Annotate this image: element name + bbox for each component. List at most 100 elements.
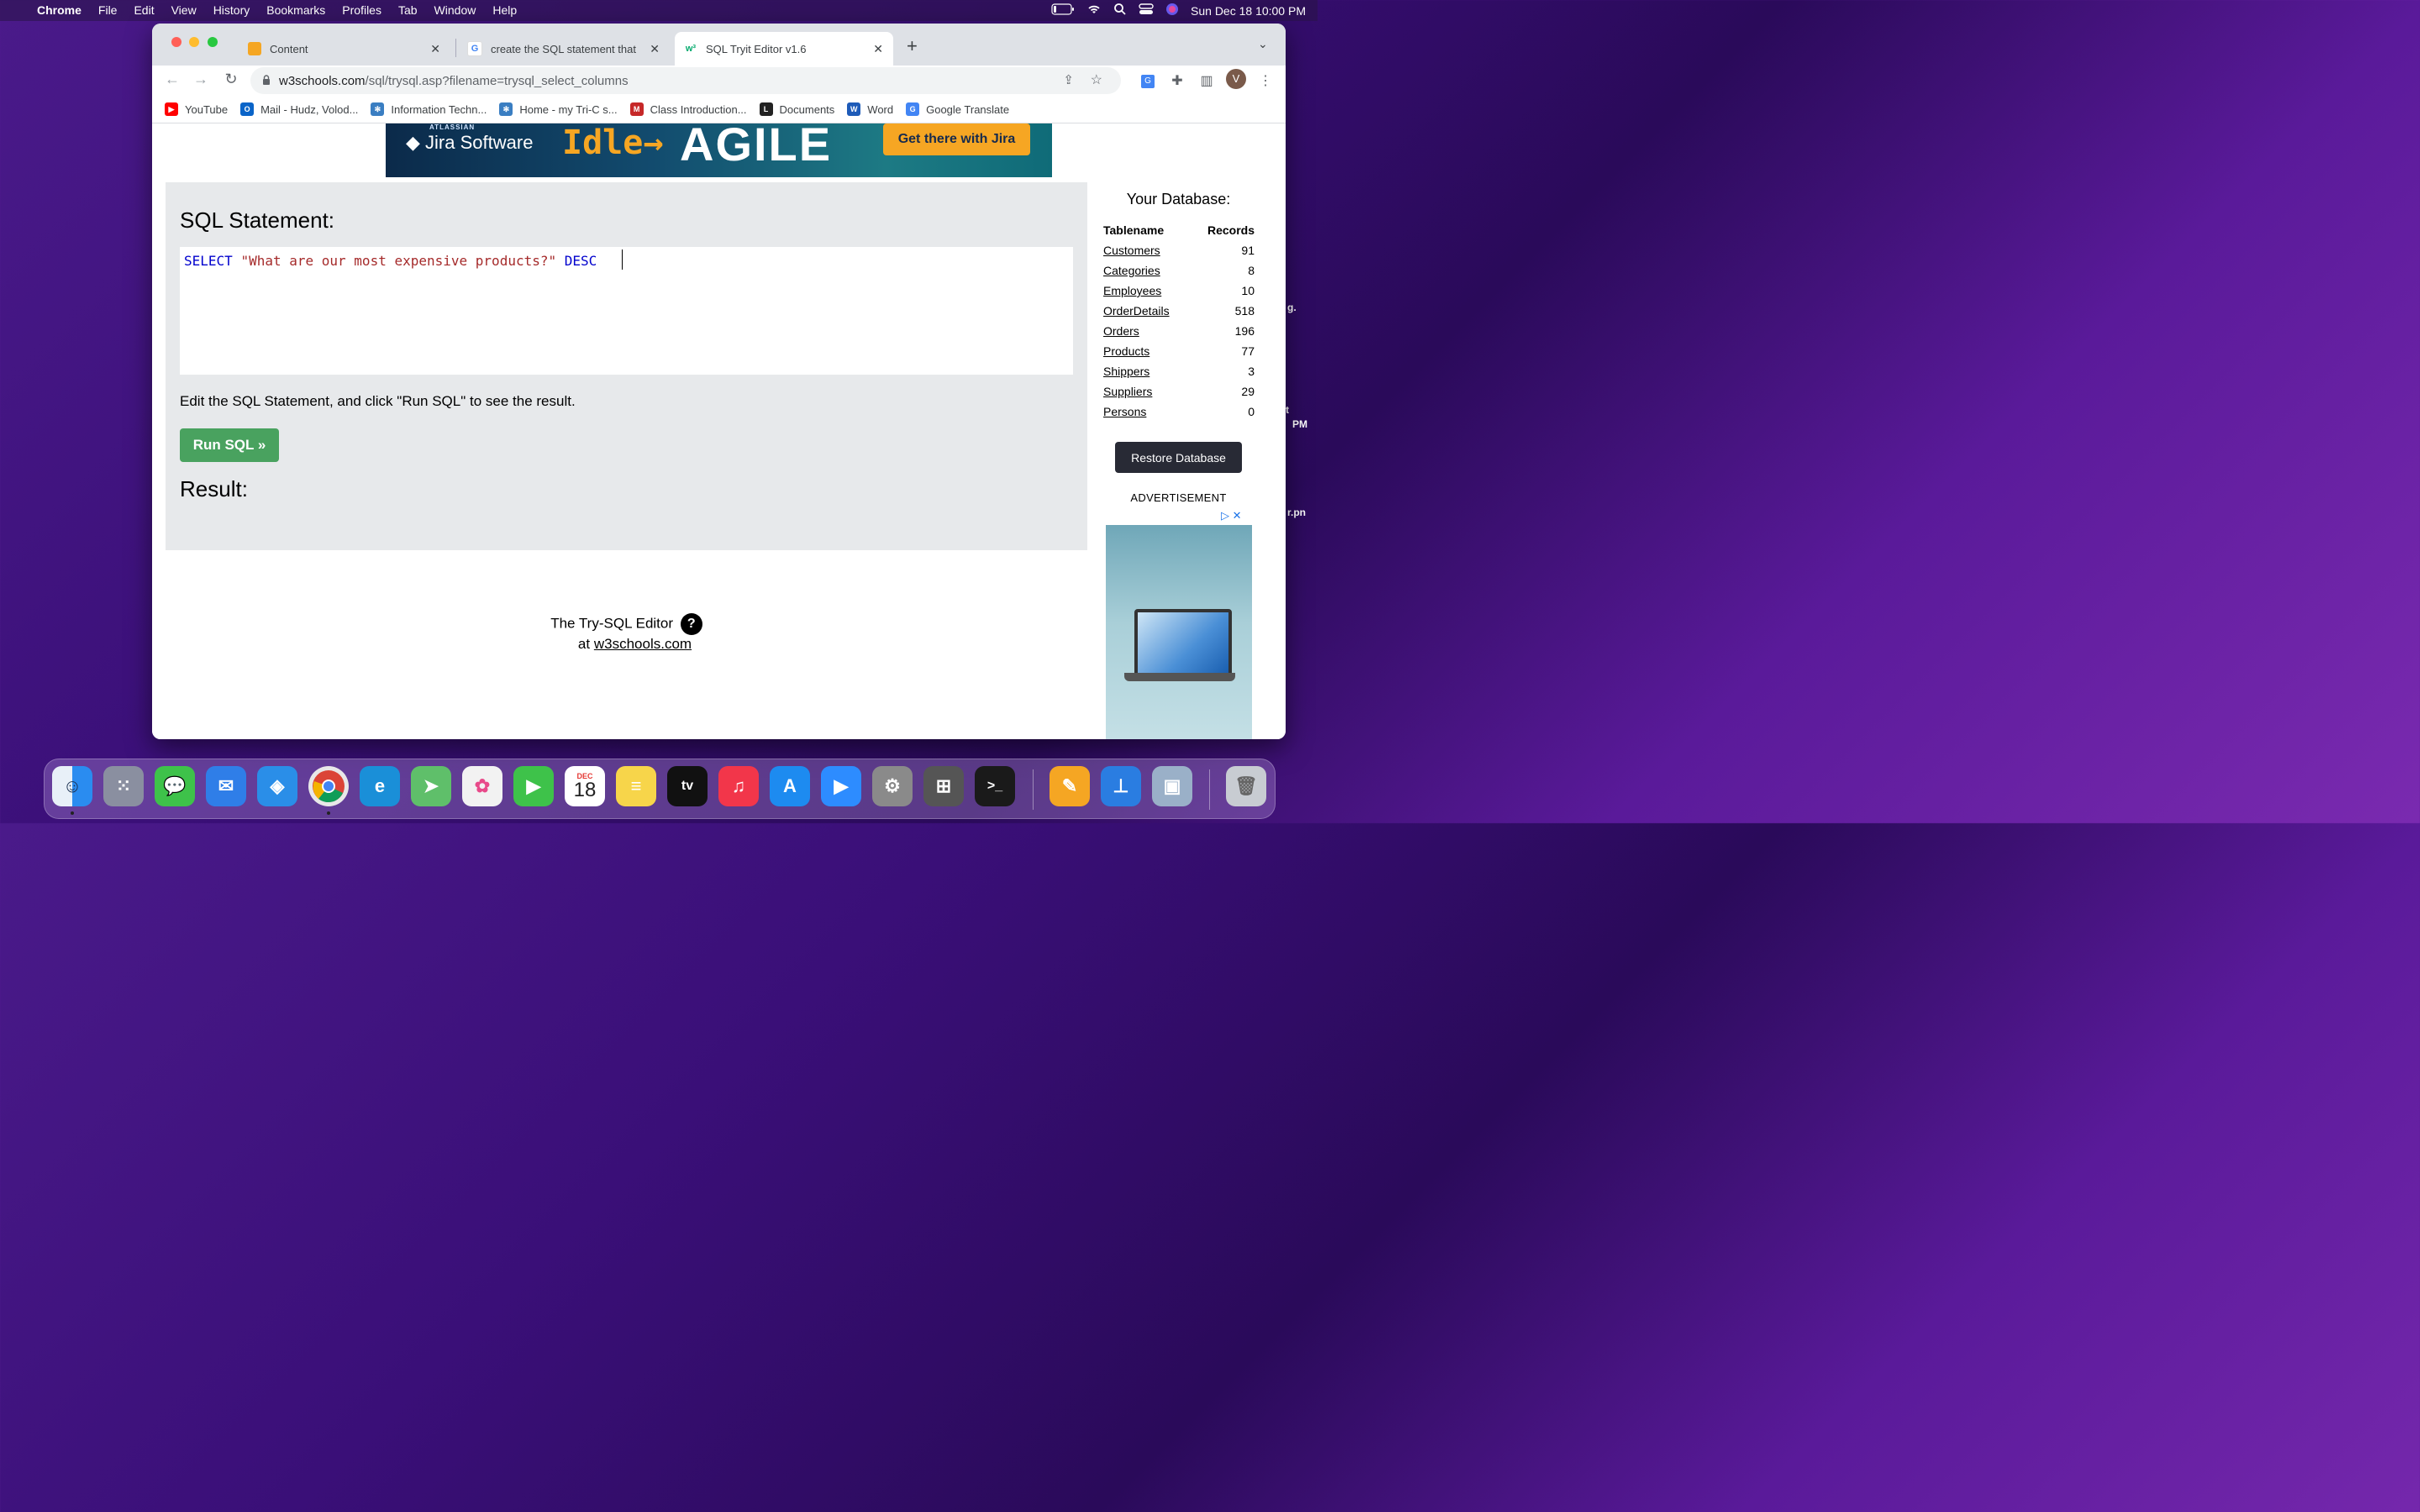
menu-history[interactable]: History bbox=[205, 0, 259, 21]
extensions-puzzle-icon[interactable]: ✚ bbox=[1168, 72, 1186, 89]
side-panel-icon[interactable]: ▥ bbox=[1197, 72, 1216, 89]
menu-file[interactable]: File bbox=[90, 0, 126, 21]
tab-sql-tryit[interactable]: w³ SQL Tryit Editor v1.6 ✕ bbox=[675, 32, 893, 66]
table-link-orderdetails[interactable]: OrderDetails bbox=[1103, 304, 1170, 318]
result-heading: Result: bbox=[180, 476, 248, 501]
ad-close-icon[interactable]: ✕ bbox=[1233, 509, 1242, 522]
table-link-categories[interactable]: Categories bbox=[1103, 264, 1160, 277]
sql-code-text[interactable]: SELECT "What are our most expensive prod… bbox=[184, 253, 597, 269]
maps-icon[interactable]: ➤ bbox=[411, 766, 451, 806]
tab-search-chevron-icon[interactable]: ⌄ bbox=[1258, 37, 1268, 51]
table-link-persons[interactable]: Persons bbox=[1103, 405, 1146, 418]
back-arrow-icon[interactable]: ← bbox=[162, 71, 182, 88]
menu-edit[interactable]: Edit bbox=[125, 0, 162, 21]
notes-icon[interactable]: ≡ bbox=[616, 766, 656, 806]
bookmark-star-icon[interactable]: ☆ bbox=[1091, 71, 1102, 88]
calendar-icon[interactable]: DEC 18 bbox=[565, 766, 605, 806]
pencil-favicon-icon bbox=[248, 42, 261, 55]
reload-icon[interactable]: ↻ bbox=[221, 71, 241, 88]
close-tab-icon[interactable]: ✕ bbox=[873, 42, 883, 56]
bookmark-documents[interactable]: L Documents bbox=[759, 102, 834, 116]
ad-choices-icon[interactable]: ▷ ✕ bbox=[1221, 509, 1242, 522]
system-preferences-gear-icon[interactable]: ⚙ bbox=[872, 766, 913, 806]
wifi-icon[interactable] bbox=[1086, 3, 1102, 18]
table-link-suppliers[interactable]: Suppliers bbox=[1103, 385, 1152, 398]
bookmark-label: Google Translate bbox=[926, 102, 1010, 116]
zoom-icon[interactable]: ▶ bbox=[821, 766, 861, 806]
photos-icon[interactable]: ✿ bbox=[462, 766, 502, 806]
menu-help[interactable]: Help bbox=[484, 0, 525, 21]
bookmark-google-translate[interactable]: G Google Translate bbox=[906, 102, 1009, 116]
chrome-icon[interactable] bbox=[308, 766, 349, 806]
close-tab-icon[interactable]: ✕ bbox=[430, 42, 440, 56]
table-link-orders[interactable]: Orders bbox=[1103, 324, 1139, 338]
zoom-window-button[interactable] bbox=[208, 37, 218, 47]
finder-icon[interactable]: ☺ bbox=[52, 766, 92, 806]
menu-bookmarks[interactable]: Bookmarks bbox=[258, 0, 334, 21]
table-link-products[interactable]: Products bbox=[1103, 344, 1150, 358]
bookmark-information-technology[interactable]: ✻ Information Techn... bbox=[371, 102, 487, 116]
run-sql-button[interactable]: Run SQL » bbox=[180, 428, 279, 462]
laptop-advertisement[interactable] bbox=[1106, 525, 1252, 739]
help-question-icon[interactable]: ? bbox=[680, 613, 702, 635]
menu-profiles[interactable]: Profiles bbox=[334, 0, 390, 21]
w3schools-home-link[interactable]: w3schools.com bbox=[594, 636, 692, 652]
tab-google-search[interactable]: G create the SQL statement that ✕ bbox=[458, 32, 670, 66]
menu-window[interactable]: Window bbox=[426, 0, 485, 21]
preview-icon[interactable]: ▣ bbox=[1152, 766, 1192, 806]
footer-title: The Try-SQL Editor ? bbox=[152, 613, 1101, 635]
lock-icon[interactable] bbox=[262, 74, 271, 87]
google-translate-extension-icon[interactable]: G bbox=[1139, 72, 1157, 88]
bookmark-youtube[interactable]: ▶ YouTube bbox=[165, 102, 228, 116]
bookmark-label: Mail - Hudz, Volod... bbox=[260, 102, 359, 116]
trash-icon[interactable]: 🗑 bbox=[1226, 766, 1266, 806]
jira-logo: ◆ Jira Software bbox=[406, 132, 533, 154]
edge-icon[interactable]: e bbox=[360, 766, 400, 806]
apple-tv-icon[interactable]: tv bbox=[667, 766, 708, 806]
address-bar[interactable]: w3schools.com/sql/trysql.asp?filename=tr… bbox=[250, 67, 1121, 94]
safari-icon[interactable]: ◈ bbox=[257, 766, 297, 806]
bookmark-my-tri-c[interactable]: ✻ Home - my Tri-C s... bbox=[499, 102, 618, 116]
table-link-customers[interactable]: Customers bbox=[1103, 244, 1160, 257]
bookmark-class-introduction[interactable]: M Class Introduction... bbox=[629, 102, 747, 116]
menu-tab[interactable]: Tab bbox=[390, 0, 426, 21]
new-tab-plus-icon[interactable]: + bbox=[907, 35, 918, 57]
music-icon[interactable]: ♫ bbox=[718, 766, 759, 806]
table-link-employees[interactable]: Employees bbox=[1103, 284, 1161, 297]
minimize-window-button[interactable] bbox=[189, 37, 199, 47]
forward-arrow-icon[interactable]: → bbox=[191, 71, 211, 88]
table-link-shippers[interactable]: Shippers bbox=[1103, 365, 1150, 378]
pages-icon[interactable]: ✎ bbox=[1050, 766, 1090, 806]
restore-database-button[interactable]: Restore Database bbox=[1115, 442, 1242, 473]
chrome-menu-kebab-icon[interactable]: ⋮ bbox=[1256, 72, 1275, 89]
youtube-icon: ▶ bbox=[165, 102, 178, 116]
menu-clock[interactable]: Sun Dec 18 10:00 PM bbox=[1191, 4, 1306, 18]
keynote-icon[interactable]: ⊥ bbox=[1101, 766, 1141, 806]
bookmark-mail[interactable]: O Mail - Hudz, Volod... bbox=[240, 102, 358, 116]
menu-app-name[interactable]: Chrome bbox=[29, 0, 90, 21]
menu-view[interactable]: View bbox=[163, 0, 205, 21]
bookmark-word[interactable]: W Word bbox=[847, 102, 893, 116]
sql-code-editor[interactable]: SELECT "What are our most expensive prod… bbox=[180, 247, 1073, 375]
desktop-file-label: PM bbox=[1292, 418, 1307, 430]
control-center-icon[interactable] bbox=[1139, 3, 1154, 18]
profile-avatar[interactable]: V bbox=[1226, 69, 1246, 89]
banner-cta-button[interactable]: Get there with Jira bbox=[883, 123, 1030, 155]
app-store-icon[interactable]: A bbox=[770, 766, 810, 806]
launchpad-icon[interactable]: ⁙ bbox=[103, 766, 144, 806]
macos-menu-bar: Chrome File Edit View History Bookmarks … bbox=[0, 0, 1318, 21]
jira-ad-banner[interactable]: ATLASSIAN ◆ Jira Software Idle→ AGILE Ge… bbox=[386, 123, 1052, 177]
siri-icon[interactable] bbox=[1165, 3, 1179, 18]
mail-icon[interactable]: ✉ bbox=[206, 766, 246, 806]
battery-icon[interactable] bbox=[1051, 3, 1075, 18]
messages-icon[interactable]: 💬 bbox=[155, 766, 195, 806]
close-tab-icon[interactable]: ✕ bbox=[650, 42, 660, 56]
tab-content[interactable]: Content ✕ bbox=[239, 32, 450, 66]
share-icon[interactable]: ⇪ bbox=[1063, 72, 1074, 87]
spotlight-search-icon[interactable] bbox=[1113, 3, 1127, 18]
terminal-icon[interactable]: >_ bbox=[975, 766, 1015, 806]
calculator-icon[interactable]: ⊞ bbox=[923, 766, 964, 806]
close-window-button[interactable] bbox=[171, 37, 182, 47]
facetime-icon[interactable]: ▶ bbox=[513, 766, 554, 806]
sql-statement-heading: SQL Statement: bbox=[180, 207, 335, 233]
